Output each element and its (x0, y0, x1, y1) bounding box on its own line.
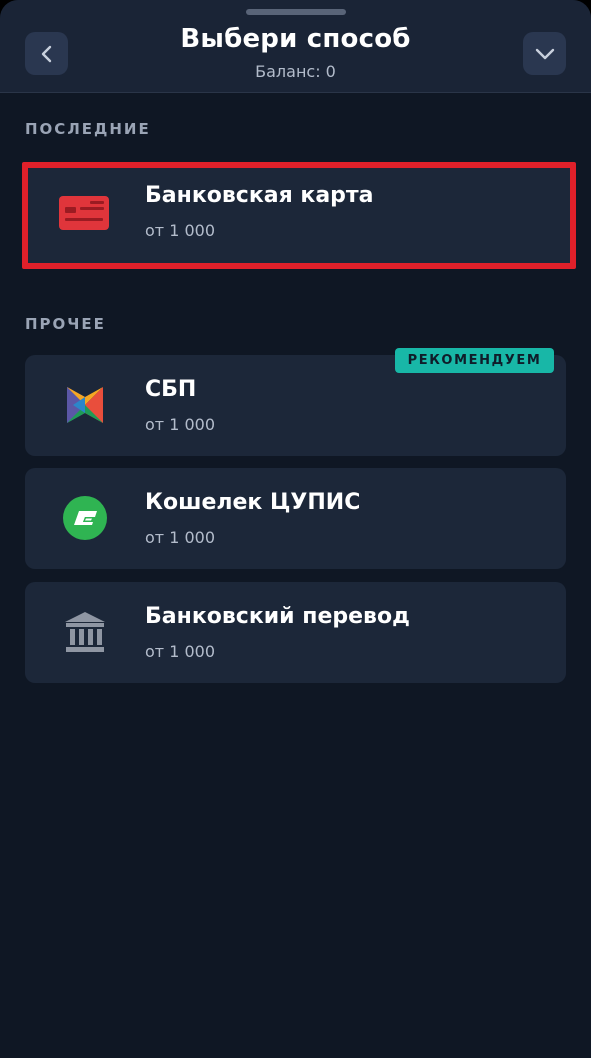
method-min-amount: от 1 000 (145, 415, 215, 434)
section-label-recent: ПОСЛЕДНИЕ (25, 120, 151, 138)
method-name: Банковская карта (145, 183, 374, 208)
payment-method-sheet: Выбери способ Баланс: 0 ПОСЛЕДНИЕ Банков… (0, 0, 591, 1058)
header: Выбери способ Баланс: 0 (0, 0, 591, 93)
collapse-button[interactable] (523, 32, 566, 75)
credit-card-icon (58, 190, 110, 236)
page-title: Выбери способ (180, 24, 411, 54)
method-min-amount: от 1 000 (145, 221, 215, 240)
bank-building-icon (59, 609, 111, 655)
sbp-logo-icon (59, 382, 111, 428)
balance-text: Баланс: 0 (255, 62, 336, 81)
recommended-badge: РЕКОМЕНДУЕМ (395, 348, 554, 373)
section-label-other: ПРОЧЕЕ (25, 315, 106, 333)
method-name: СБП (145, 377, 197, 402)
method-min-amount: от 1 000 (145, 528, 215, 547)
payment-method-bank-transfer[interactable]: Банковский перевод от 1 000 (25, 582, 566, 683)
method-name: Кошелек ЦУПИС (145, 490, 361, 515)
payment-method-cupis-wallet[interactable]: Кошелек ЦУПИС от 1 000 (25, 468, 566, 569)
cupis-wallet-icon (59, 495, 111, 541)
method-min-amount: от 1 000 (145, 642, 215, 661)
sheet-grabber-handle[interactable] (246, 9, 346, 15)
method-name: Банковский перевод (145, 604, 410, 629)
payment-method-bank-card[interactable]: Банковская карта от 1 000 (22, 162, 576, 269)
chevron-down-icon (535, 48, 554, 59)
